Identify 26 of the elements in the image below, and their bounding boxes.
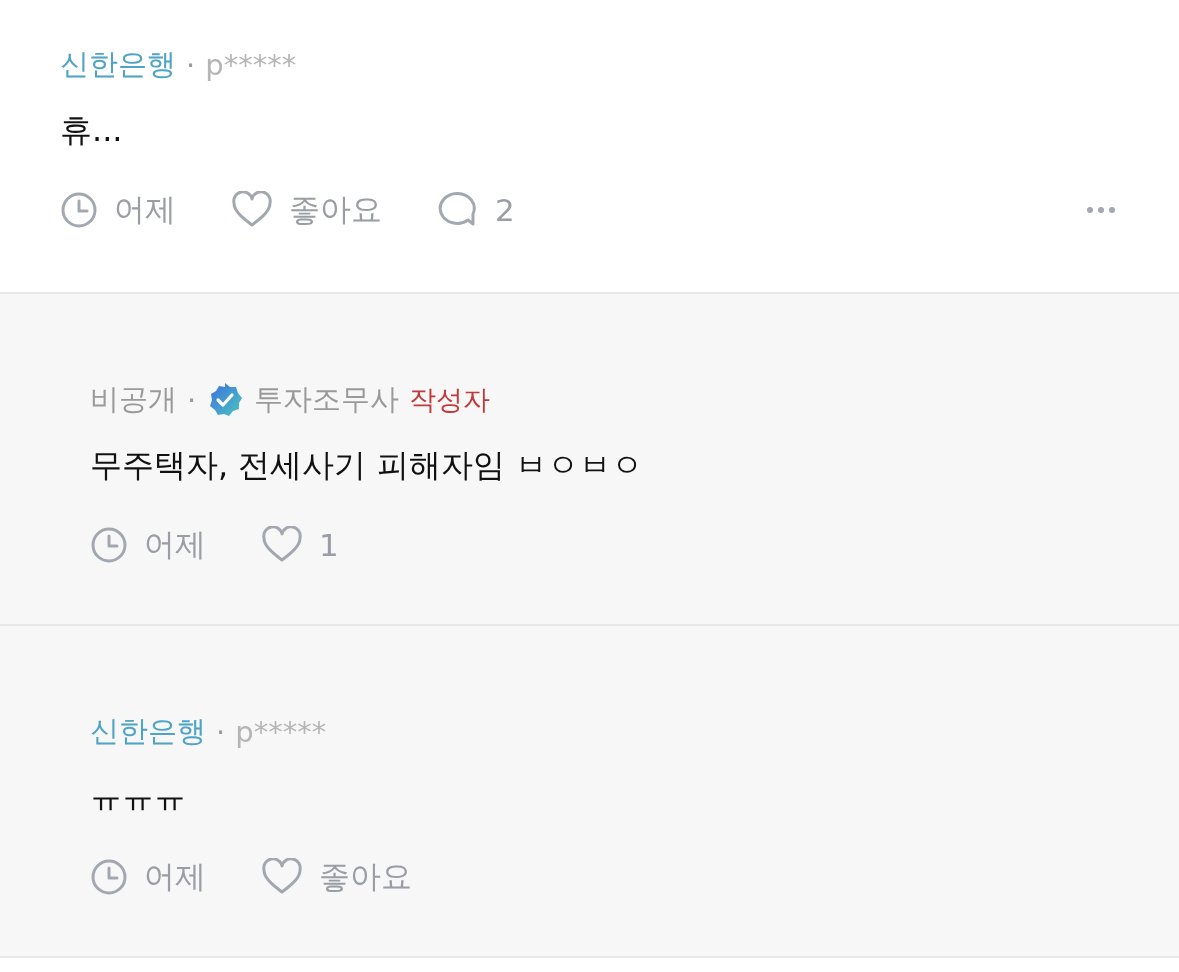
reply-text: ㅠㅠㅠ (90, 777, 187, 817)
separator: · (216, 715, 226, 749)
heart-icon[interactable] (261, 526, 303, 564)
like-label[interactable]: 좋아요 (289, 189, 382, 231)
time-label: 어제 (114, 190, 176, 229)
heart-icon[interactable] (231, 191, 273, 229)
author-tag: 작성자 (409, 382, 491, 418)
like-label[interactable]: 좋아요 (319, 856, 412, 898)
user-id: p***** (235, 715, 327, 749)
reply-count[interactable]: 2 (495, 192, 515, 228)
author-name: 비공개 (90, 381, 177, 418)
nickname: 투자조무사 (254, 381, 400, 418)
separator: · (187, 383, 197, 417)
reply-text: 무주택자, 전세사기 피해자임 ㅂㅇㅂㅇ (90, 445, 644, 485)
heart-icon[interactable] (261, 858, 303, 896)
time-label: 어제 (144, 857, 206, 896)
separator: · (186, 48, 196, 82)
clock-icon (60, 191, 98, 229)
user-id: p***** (205, 48, 297, 82)
clock-icon (90, 858, 128, 896)
like-label[interactable]: 1 (319, 527, 339, 563)
time-label: 어제 (144, 525, 206, 564)
company-name: 신한은행 (60, 46, 176, 83)
company-name: 신한은행 (90, 713, 206, 750)
clock-icon (90, 526, 128, 564)
comment-text: 휴... (60, 110, 124, 150)
